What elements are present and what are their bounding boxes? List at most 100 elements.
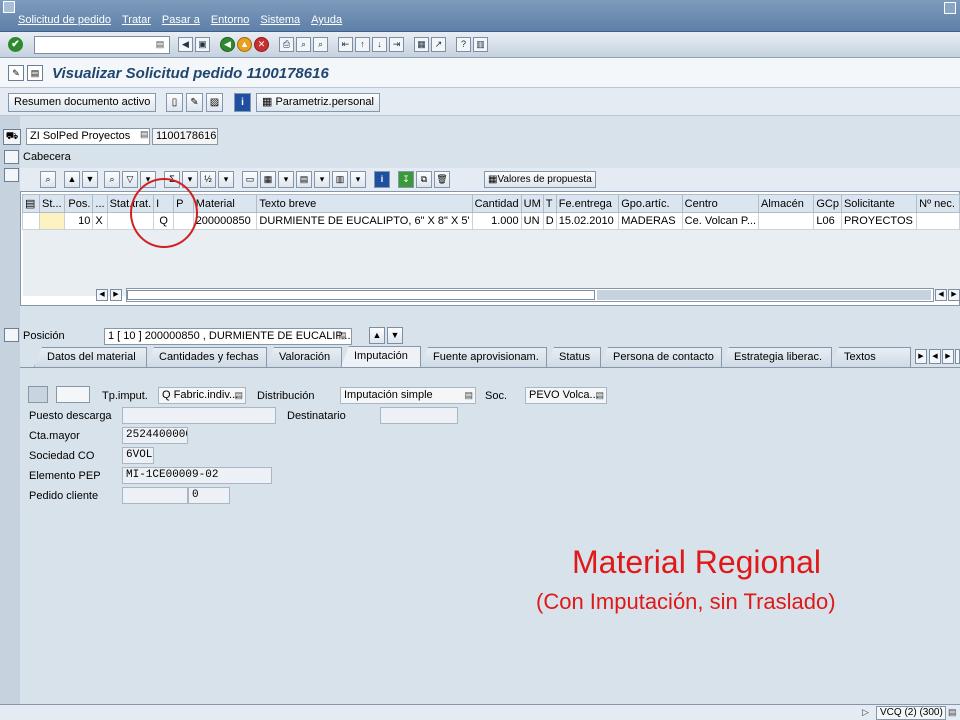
import-icon[interactable]: ↧ — [398, 171, 414, 188]
cell-almacen[interactable] — [758, 212, 815, 230]
status-dropdown-icon[interactable]: ▤ — [948, 707, 957, 718]
find-next-icon[interactable]: ⌕ — [313, 37, 328, 52]
collapse-items-icon[interactable] — [4, 168, 19, 182]
spreadsheet-dropdown-icon[interactable]: ▾ — [314, 171, 330, 188]
find-icon[interactable]: ⌕ — [104, 171, 120, 188]
tab-cantidades-fechas[interactable]: Cantidades y fechas — [146, 347, 267, 367]
cell-centro[interactable]: Ce. Volcan P... — [681, 212, 760, 230]
spreadsheet-icon[interactable]: ▤ — [296, 171, 312, 188]
menu-pasar-a[interactable]: Pasar a — [162, 14, 200, 26]
scroll-right-small-icon[interactable]: ▶ — [110, 289, 122, 301]
row-selector[interactable] — [22, 212, 40, 230]
col-header[interactable]: Pos. — [63, 194, 94, 213]
subtotal-icon[interactable]: ½ — [200, 171, 216, 188]
layout-menu-icon[interactable]: ▥ — [473, 37, 488, 52]
print-preview-icon[interactable]: ▭ — [242, 171, 258, 188]
back-arrow-icon[interactable]: ◀ — [178, 37, 193, 52]
puesto-field[interactable] — [122, 407, 276, 424]
soc-field[interactable]: PEVO Volca... ▤ — [525, 387, 607, 404]
select-all-icon[interactable]: ▤ — [22, 194, 40, 213]
export-dropdown-icon[interactable]: ▾ — [278, 171, 294, 188]
cell-pos[interactable]: 10 — [63, 212, 94, 230]
dropdown-icon[interactable]: ▤ — [140, 129, 149, 140]
col-header[interactable]: GCp — [813, 194, 842, 213]
col-header[interactable]: Solicitante — [840, 194, 918, 213]
menu-solicitud[interactable]: Solicitud de pedido — [18, 14, 111, 26]
find-icon[interactable]: ⌕ — [296, 37, 311, 52]
col-header[interactable]: ... — [92, 194, 108, 213]
document-overview-button[interactable]: Resumen documento activo — [8, 93, 157, 112]
tab-scroll-next-icon[interactable]: ▶ — [942, 349, 954, 364]
filter-icon[interactable]: ▽ — [122, 171, 138, 188]
col-header[interactable]: St... — [39, 194, 65, 213]
col-header[interactable]: Almacén — [758, 194, 815, 213]
previous-page-icon[interactable]: ↑ — [355, 37, 370, 52]
system-info[interactable]: VCQ (2) (300) — [876, 706, 946, 720]
back-icon[interactable]: ◀ — [220, 37, 235, 52]
pedido-cliente-pos-field[interactable]: 0 — [188, 487, 230, 504]
col-header[interactable]: Cantidad — [471, 194, 522, 213]
help-icon[interactable]: ? — [456, 37, 471, 52]
menu-entorno[interactable]: Entorno — [211, 14, 250, 26]
tab-imputacion[interactable]: Imputación — [341, 346, 421, 367]
dropdown-icon[interactable]: ▤ — [464, 388, 473, 403]
col-header[interactable]: Material — [192, 194, 258, 213]
scrollbar-track[interactable] — [597, 290, 931, 300]
tab-estrategia-liberacion[interactable]: Estrategia liberac. — [721, 347, 832, 367]
next-page-icon[interactable]: ↓ — [372, 37, 387, 52]
cell-fecha[interactable]: 15.02.2010 — [555, 212, 620, 230]
doc-type-field[interactable]: ZI SolPed Proyectos — [26, 128, 150, 145]
dropdown-icon[interactable]: ▤ — [595, 388, 604, 403]
export-icon[interactable]: ▦ — [260, 171, 276, 188]
tab-fuente-aprovisionamiento[interactable]: Fuente aprovisionam. — [420, 347, 547, 367]
layout-icon[interactable]: ▥ — [332, 171, 348, 188]
col-header[interactable]: Texto breve — [256, 194, 473, 213]
dropdown-icon[interactable]: ▤ — [234, 388, 243, 403]
copy-icon[interactable]: ⧉ — [416, 171, 432, 188]
exit-icon[interactable]: ▲ — [237, 37, 252, 52]
multiple-account-icon[interactable] — [28, 386, 48, 403]
previous-item-icon[interactable]: ▲ — [369, 327, 385, 344]
next-item-icon[interactable]: ▼ — [387, 327, 403, 344]
proposal-values-button[interactable]: ▦Valores de propuesta — [484, 171, 596, 188]
print-icon[interactable]: ⎙ — [279, 37, 294, 52]
cell-status[interactable] — [39, 212, 65, 230]
cancel-icon[interactable]: ✕ — [254, 37, 269, 52]
cell-solicitante[interactable]: PROYECTOS — [840, 212, 918, 230]
personal-settings-button[interactable]: ▦ Parametriz.personal — [256, 93, 380, 112]
tab-datos-material[interactable]: Datos del material — [34, 347, 147, 367]
cell-cantidad[interactable]: 1.000 — [471, 212, 522, 230]
grid-horizontal-scrollbar[interactable] — [126, 288, 934, 302]
held-icon[interactable]: ▨ — [206, 93, 223, 112]
distribucion-field[interactable]: Imputación simple ▤ — [340, 387, 476, 404]
col-header[interactable]: Gpo.artíc. — [618, 194, 683, 213]
collapse-item-detail-icon[interactable] — [4, 328, 19, 342]
col-header[interactable]: Fe.entrega — [555, 194, 620, 213]
sociedad-co-field[interactable]: 6VOL — [122, 447, 154, 464]
scroll-right-icon[interactable]: ◀ — [935, 289, 947, 301]
window-close-icon[interactable] — [944, 2, 956, 14]
new-session-icon[interactable]: ▦ — [414, 37, 429, 52]
command-history-icon[interactable]: ▤ — [154, 38, 166, 51]
details-icon[interactable]: ⌕ — [40, 171, 56, 188]
destinatario-field[interactable] — [380, 407, 458, 424]
save-icon[interactable]: ▣ — [195, 37, 210, 52]
cell-gpo[interactable]: MADERAS — [618, 212, 683, 230]
command-field[interactable] — [34, 36, 170, 54]
menu-tratar[interactable]: Tratar — [122, 14, 151, 26]
item-select-field[interactable]: 1 [ 10 ] 200000850 , DURMIENTE DE EUCALI… — [104, 328, 352, 345]
tab-textos[interactable]: Textos — [831, 347, 911, 367]
cell-texto[interactable]: DURMIENTE DE EUCALIPTO, 6" X 8" X 5' — [256, 212, 473, 230]
scrollbar-thumb[interactable] — [127, 290, 595, 300]
sort-desc-icon[interactable]: ▼ — [82, 171, 98, 188]
display-change-icon[interactable]: ▤ — [27, 65, 43, 81]
system-menu-icon[interactable] — [3, 1, 15, 13]
cell-um[interactable]: UN — [520, 212, 544, 230]
info-icon[interactable]: i — [234, 93, 251, 112]
change-icon[interactable]: ✎ — [186, 93, 203, 112]
tab-list-icon[interactable] — [955, 349, 960, 364]
layout-dropdown-icon[interactable]: ▾ — [350, 171, 366, 188]
first-page-icon[interactable]: ⇤ — [338, 37, 353, 52]
doc-number-field[interactable]: 1100178616 — [152, 128, 218, 145]
col-header[interactable]: Nº nec. — [916, 194, 960, 213]
